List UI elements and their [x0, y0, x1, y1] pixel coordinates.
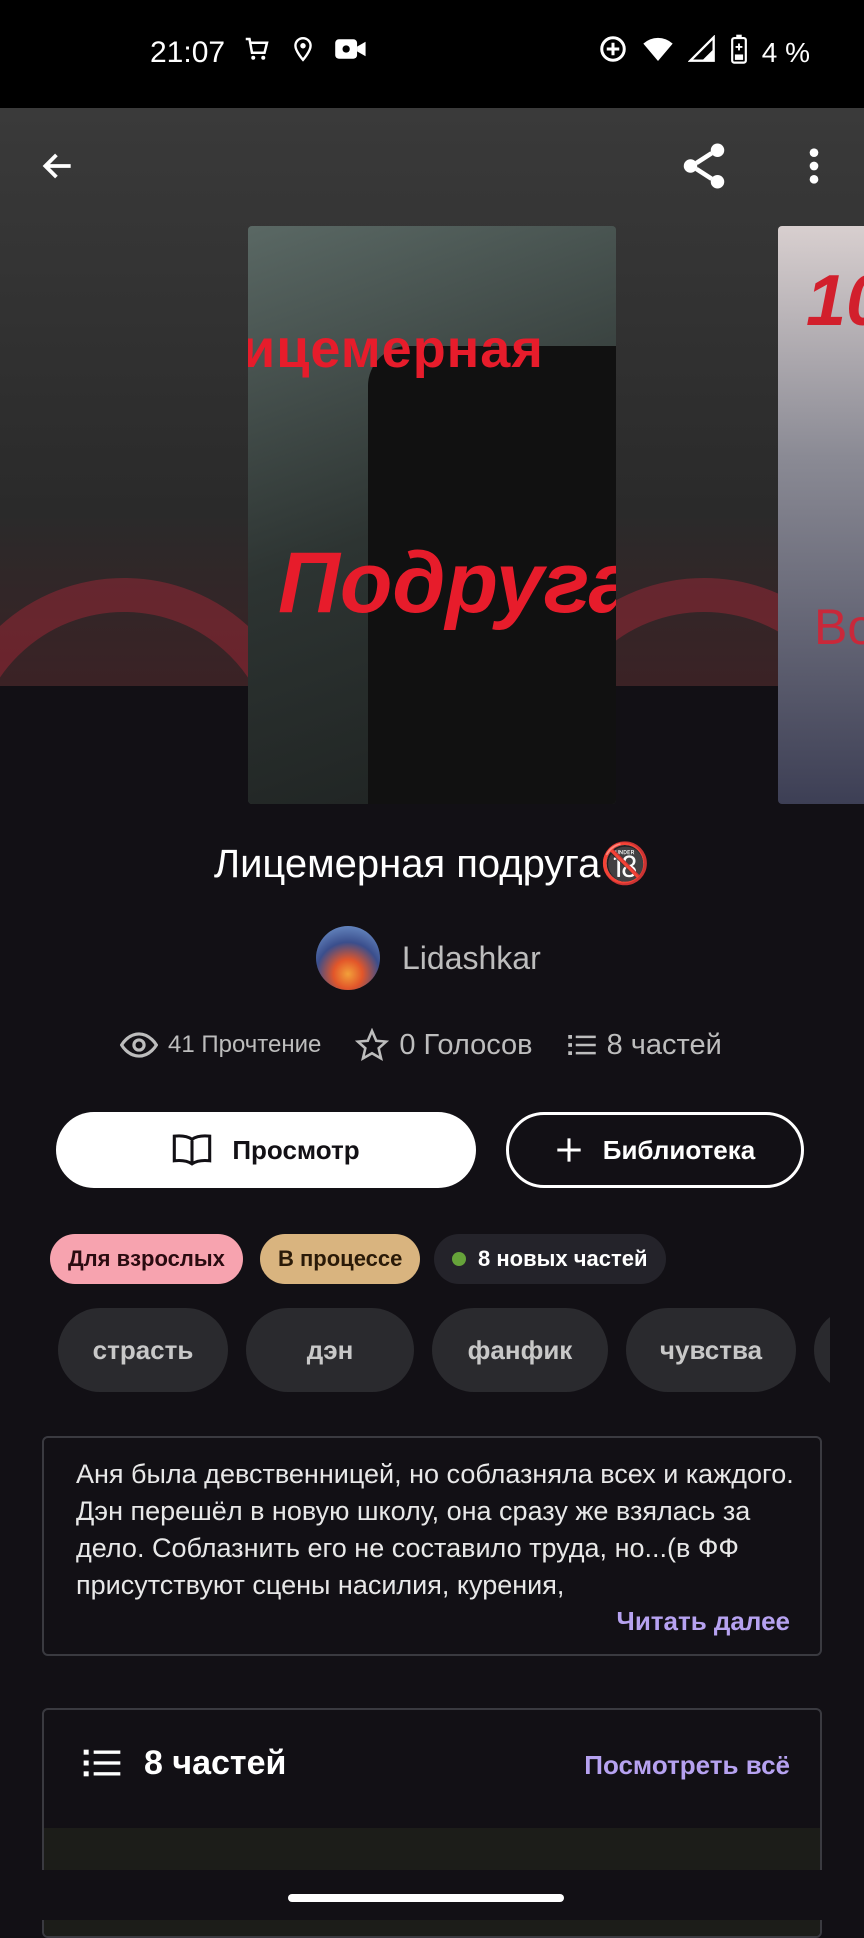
- more-vertical-icon: [809, 148, 819, 184]
- video-camera-icon: [334, 34, 368, 69]
- status-badge: В процессе: [260, 1234, 421, 1284]
- location-icon: [290, 34, 316, 69]
- author-name[interactable]: Lidashkar: [402, 940, 541, 977]
- signal-icon: [687, 34, 716, 70]
- tag-chip[interactable]: фанфик: [432, 1308, 608, 1392]
- status-bar: 21:07 4 %: [0, 0, 864, 108]
- status-time: 21:07: [150, 36, 226, 69]
- battery-level: 4 %: [761, 36, 810, 68]
- tag-chip[interactable]: страсть: [58, 1308, 228, 1392]
- avatar[interactable]: [316, 926, 380, 990]
- status-right: 4 %: [598, 34, 810, 71]
- new-parts-label: 8 новых частей: [478, 1246, 648, 1271]
- votes-count: 0 Голосов: [399, 1028, 533, 1061]
- book-title: Лицемерная подруга🔞: [213, 842, 651, 886]
- parts-count: 8 частей: [606, 1028, 722, 1061]
- open-book-icon: [173, 1134, 212, 1166]
- view-button[interactable]: Просмотр: [56, 1112, 476, 1188]
- read-more-link[interactable]: Читать далее: [617, 1606, 790, 1637]
- tag-chip[interactable]: дэн: [246, 1308, 414, 1392]
- plus-icon: [557, 1138, 581, 1162]
- stats-row: 41 Прочтение 0 Голосов 8 частей: [120, 1028, 722, 1062]
- see-all-link[interactable]: Посмотреть всё: [584, 1750, 790, 1781]
- tags-row[interactable]: страсть дэн фанфик чувства: [58, 1308, 830, 1394]
- tag-chip-partial[interactable]: [814, 1308, 830, 1392]
- new-parts-dot: [452, 1252, 466, 1266]
- home-indicator[interactable]: [288, 1894, 564, 1902]
- tag-chip[interactable]: чувства: [626, 1308, 796, 1392]
- adult-badge-label: Для взрослых: [68, 1246, 225, 1271]
- next-cover-text: Во: [814, 599, 864, 655]
- new-parts-badge: 8 новых частей: [434, 1234, 666, 1284]
- cover-title-line2: Подруга: [278, 535, 616, 631]
- wifi-icon: [642, 35, 674, 70]
- reads-count: 41 Прочтение: [168, 1031, 322, 1058]
- arrow-left-icon: [42, 153, 71, 179]
- cart-icon: [242, 34, 272, 69]
- back-button[interactable]: [22, 130, 94, 202]
- share-icon: [683, 143, 725, 189]
- next-cover-number: 10: [806, 261, 864, 341]
- list-icon: [567, 1035, 596, 1055]
- battery-icon: [730, 34, 748, 71]
- library-button[interactable]: Библиотека: [506, 1112, 804, 1188]
- cover-title-line1: ицемерная: [248, 319, 544, 379]
- next-book-cover[interactable]: 10 Во: [778, 226, 864, 804]
- book-cover[interactable]: ицемерная Подруга: [248, 226, 616, 804]
- description-card: Аня была девственницей, но соблазняла вс…: [42, 1436, 822, 1656]
- data-saver-icon: [598, 34, 628, 71]
- parts-title: 8 частей: [144, 1744, 287, 1782]
- votes-stat: 0 Голосов: [355, 1028, 533, 1062]
- adult-badge: Для взрослых: [50, 1234, 243, 1284]
- status-left-icons: [242, 34, 368, 69]
- reads-stat: 41 Прочтение: [120, 1031, 321, 1059]
- author-row[interactable]: Lidashkar: [316, 926, 541, 990]
- share-button[interactable]: [668, 130, 740, 202]
- library-button-label: Библиотека: [602, 1134, 756, 1165]
- top-bar: [0, 108, 864, 228]
- description-text: Аня была девственницей, но соблазняла вс…: [76, 1459, 794, 1600]
- view-button-label: Просмотр: [232, 1134, 360, 1165]
- more-options-button[interactable]: [778, 130, 850, 202]
- eye-icon: [120, 1032, 158, 1058]
- list-icon: [83, 1749, 121, 1777]
- star-icon: [355, 1028, 390, 1062]
- parts-stat: 8 частей: [567, 1029, 722, 1062]
- status-badge-label: В процессе: [278, 1246, 403, 1271]
